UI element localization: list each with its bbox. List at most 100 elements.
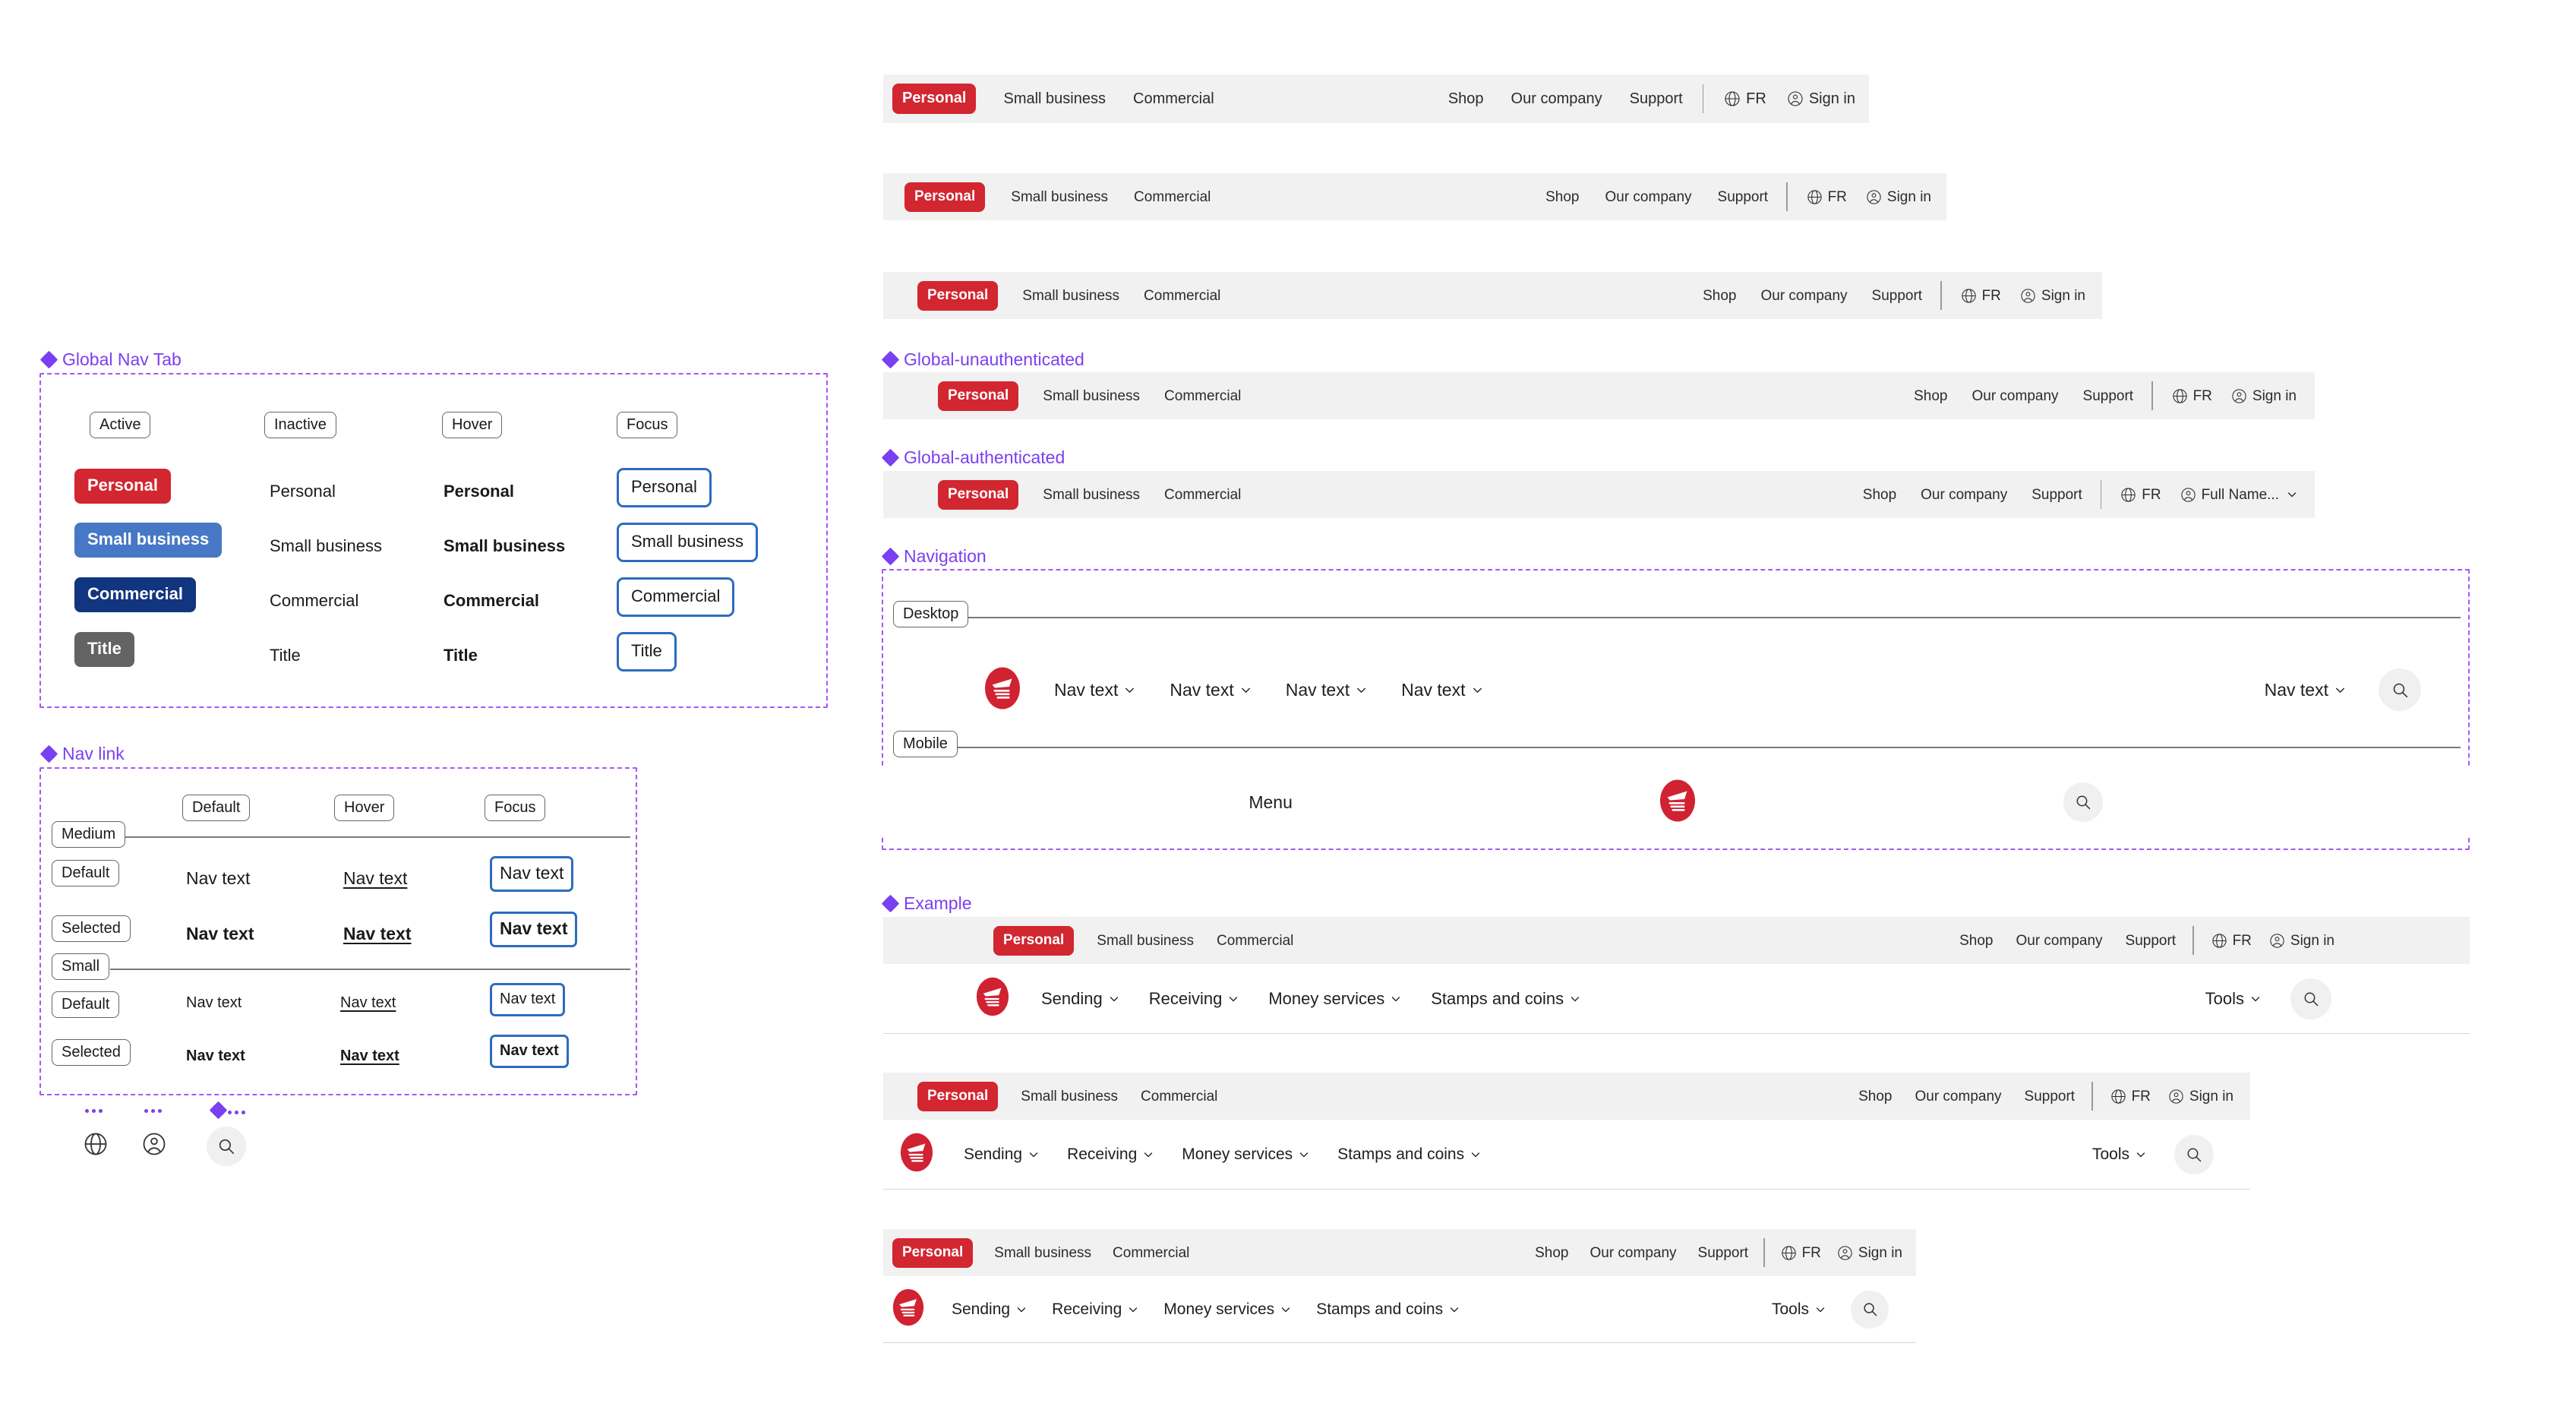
nav-item-money-services[interactable]: Money services: [1163, 1301, 1292, 1317]
signin-link[interactable]: Sign in: [1786, 90, 1855, 108]
nav-item-sending[interactable]: Sending: [964, 1146, 1040, 1162]
link-shop[interactable]: Shop: [1535, 1246, 1568, 1260]
signin-link[interactable]: Sign in: [2167, 1088, 2233, 1105]
language-toggle[interactable]: FR: [2110, 1088, 2151, 1105]
tab-small-business[interactable]: Small business: [1022, 289, 1119, 303]
navlink-small-selected-hover[interactable]: Nav text: [340, 1048, 399, 1063]
signin-link[interactable]: Sign in: [2019, 287, 2085, 305]
navlink-small-default-hover[interactable]: Nav text: [340, 995, 396, 1010]
tab-active-title[interactable]: Title: [74, 632, 134, 667]
navlink-small-default-default[interactable]: Nav text: [186, 995, 242, 1010]
nav-item-money-services[interactable]: Money services: [1268, 990, 1402, 1007]
link-support[interactable]: Support: [1718, 190, 1769, 204]
navlink-medium-selected-focus[interactable]: Nav text: [490, 912, 578, 947]
link-support[interactable]: Support: [1872, 289, 1923, 303]
tab-active-personal[interactable]: Personal: [74, 469, 171, 504]
tab-focus-personal[interactable]: Personal: [617, 468, 712, 507]
language-toggle[interactable]: FR: [1960, 287, 2001, 305]
canada-post-logo[interactable]: [892, 1288, 924, 1330]
nav-item-4[interactable]: Nav text: [1401, 681, 1483, 699]
nav-item-sending[interactable]: Sending: [952, 1301, 1028, 1317]
language-toggle[interactable]: FR: [2171, 387, 2212, 405]
tab-commercial[interactable]: Commercial: [1164, 389, 1241, 403]
tab-personal[interactable]: Personal: [892, 84, 977, 114]
tab-active-small-business[interactable]: Small business: [74, 523, 223, 558]
search-button[interactable]: [2174, 1134, 2214, 1174]
nav-item-stamps-and-coins[interactable]: Stamps and coins: [1431, 990, 1581, 1007]
tab-commercial[interactable]: Commercial: [1113, 1246, 1189, 1260]
nav-item-3[interactable]: Nav text: [1286, 681, 1368, 699]
tab-commercial[interactable]: Commercial: [1144, 289, 1220, 303]
canada-post-logo[interactable]: [984, 667, 1021, 713]
globe-icon[interactable]: [82, 1130, 109, 1161]
navlink-medium-selected-hover[interactable]: Nav text: [343, 925, 411, 943]
tab-small-business[interactable]: Small business: [1043, 389, 1140, 403]
link-our-company[interactable]: Our company: [1589, 1246, 1676, 1260]
nav-item-money-services[interactable]: Money services: [1182, 1146, 1310, 1162]
nav-item-tools[interactable]: Tools: [2205, 990, 2262, 1007]
tab-personal[interactable]: Personal: [993, 925, 1075, 956]
tab-small-business[interactable]: Small business: [1021, 1089, 1118, 1104]
signin-link[interactable]: Sign in: [1836, 1244, 1902, 1262]
navlink-small-selected-default[interactable]: Nav text: [186, 1048, 245, 1063]
tab-inactive-title[interactable]: Title: [270, 647, 301, 664]
link-support[interactable]: Support: [1698, 1246, 1749, 1260]
navlink-medium-default-hover[interactable]: Nav text: [343, 870, 407, 887]
canada-post-logo[interactable]: [900, 1133, 933, 1176]
tab-commercial[interactable]: Commercial: [1141, 1089, 1217, 1104]
nav-item-receiving[interactable]: Receiving: [1149, 990, 1240, 1007]
language-toggle[interactable]: FR: [1723, 90, 1766, 108]
navlink-small-default-focus[interactable]: Nav text: [490, 983, 566, 1016]
tab-commercial[interactable]: Commercial: [1217, 934, 1293, 948]
nav-item-stamps-and-coins[interactable]: Stamps and coins: [1316, 1301, 1460, 1317]
link-our-company[interactable]: Our company: [1971, 389, 2058, 403]
link-shop[interactable]: Shop: [1703, 289, 1736, 303]
nav-item-tools[interactable]: Tools: [2092, 1146, 2147, 1162]
link-our-company[interactable]: Our company: [1605, 190, 1691, 204]
language-toggle[interactable]: FR: [2120, 486, 2161, 504]
tab-inactive-small-business[interactable]: Small business: [270, 538, 382, 555]
navlink-medium-default-default[interactable]: Nav text: [186, 870, 250, 887]
tab-small-business[interactable]: Small business: [1097, 934, 1194, 948]
tab-small-business[interactable]: Small business: [1003, 91, 1106, 106]
language-toggle[interactable]: FR: [1806, 188, 1847, 206]
search-icon[interactable]: [207, 1127, 246, 1166]
tab-inactive-commercial[interactable]: Commercial: [270, 593, 358, 609]
link-shop[interactable]: Shop: [1858, 1089, 1892, 1104]
signin-link[interactable]: Sign in: [2230, 387, 2297, 405]
account-icon[interactable]: [140, 1130, 168, 1161]
nav-item-receiving[interactable]: Receiving: [1067, 1146, 1154, 1162]
tab-hover-small-business[interactable]: Small business: [444, 538, 565, 555]
link-support[interactable]: Support: [1630, 91, 1683, 106]
tab-personal[interactable]: Personal: [892, 1237, 974, 1268]
link-shop[interactable]: Shop: [1914, 389, 1947, 403]
nav-item-receiving[interactable]: Receiving: [1052, 1301, 1139, 1317]
tab-focus-commercial[interactable]: Commercial: [617, 577, 735, 617]
tab-personal[interactable]: Personal: [938, 381, 1019, 411]
tab-inactive-personal[interactable]: Personal: [270, 483, 336, 500]
link-shop[interactable]: Shop: [1448, 91, 1484, 106]
navlink-small-selected-focus[interactable]: Nav text: [490, 1035, 569, 1068]
link-support[interactable]: Support: [2126, 934, 2177, 948]
link-shop[interactable]: Shop: [1545, 190, 1579, 204]
navlink-medium-selected-default[interactable]: Nav text: [186, 925, 254, 943]
signin-link[interactable]: Sign in: [2268, 932, 2334, 950]
link-our-company[interactable]: Our company: [1915, 1089, 2001, 1104]
navlink-medium-default-focus[interactable]: Nav text: [490, 856, 574, 892]
tab-small-business[interactable]: Small business: [994, 1246, 1091, 1260]
link-our-company[interactable]: Our company: [1921, 488, 2007, 502]
tab-focus-small-business[interactable]: Small business: [617, 523, 758, 562]
link-support[interactable]: Support: [2083, 389, 2134, 403]
tab-commercial[interactable]: Commercial: [1164, 488, 1241, 502]
tab-hover-title[interactable]: Title: [444, 647, 478, 664]
canada-post-logo[interactable]: [1659, 779, 1696, 826]
tab-personal[interactable]: Personal: [917, 1081, 999, 1111]
tab-commercial[interactable]: Commercial: [1134, 190, 1211, 204]
tab-personal[interactable]: Personal: [938, 479, 1019, 510]
link-support[interactable]: Support: [2031, 488, 2082, 502]
tab-focus-title[interactable]: Title: [617, 632, 677, 672]
tab-hover-personal[interactable]: Personal: [444, 483, 514, 500]
tab-active-commercial[interactable]: Commercial: [74, 577, 196, 612]
nav-item-2[interactable]: Nav text: [1170, 681, 1252, 699]
mobile-menu-button[interactable]: Menu: [1249, 793, 1293, 811]
